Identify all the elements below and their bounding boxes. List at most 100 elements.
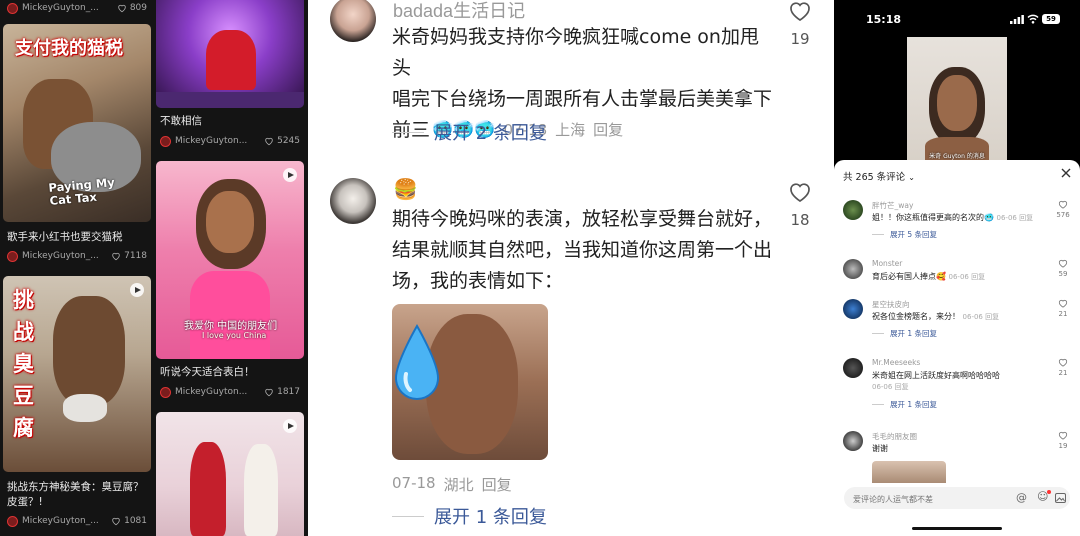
reaction-image[interactable] bbox=[392, 304, 548, 460]
comment-image[interactable] bbox=[872, 461, 946, 483]
expand-replies-link[interactable]: 展开 2 条回复 bbox=[392, 119, 547, 145]
commenter-avatar[interactable] bbox=[843, 358, 863, 378]
heart-icon[interactable] bbox=[788, 0, 812, 22]
comment-text: 育后必有国人捧点🥰 bbox=[872, 272, 946, 281]
video-thumbnail[interactable]: 我爱你 中国的朋友们 I love you China bbox=[156, 161, 304, 359]
heart-icon[interactable] bbox=[111, 516, 121, 526]
expand-replies-link[interactable]: 展开 1 条回复 bbox=[890, 399, 937, 410]
heart-icon[interactable] bbox=[788, 181, 812, 203]
feed-card[interactable] bbox=[156, 412, 304, 536]
heart-icon[interactable] bbox=[1058, 259, 1068, 268]
sheet-title[interactable]: 共 265 条评论 ⌄ bbox=[843, 169, 915, 183]
reply-button[interactable]: 回复 bbox=[482, 474, 512, 495]
mention-icon[interactable]: @ bbox=[1016, 491, 1027, 504]
comment-count: 共 265 条评论 bbox=[843, 172, 906, 183]
video-thumbnail[interactable] bbox=[156, 0, 304, 108]
video-thumbnail[interactable]: 支付我的猫税 Paying My Cat Tax bbox=[3, 24, 151, 222]
expand-replies-link[interactable]: 展开 1 条回复 bbox=[392, 503, 547, 529]
like-count: 21 bbox=[1058, 310, 1068, 318]
commenter-avatar[interactable] bbox=[843, 299, 863, 319]
heart-icon[interactable] bbox=[264, 136, 274, 146]
heart-icon[interactable] bbox=[1058, 431, 1068, 440]
phone-screen: 15:18 59 米奇 Guyton 的消息 共 265 条评论 ⌄ 胖竹芒_w… bbox=[834, 0, 1080, 536]
video-preview[interactable]: 米奇 Guyton 的消息 bbox=[907, 37, 1007, 161]
commenter-username[interactable]: Mr.Meeseeks bbox=[872, 358, 920, 367]
feed-card[interactable]: 我爱你 中国的朋友们 I love you China 听说今天适合表白！ Mi… bbox=[156, 161, 304, 400]
like-count: 21 bbox=[1058, 369, 1068, 377]
comment-input[interactable] bbox=[844, 488, 984, 511]
person-figure bbox=[53, 296, 125, 406]
reply-button[interactable]: 回复 bbox=[593, 115, 623, 146]
like-count: 19 bbox=[1058, 442, 1068, 450]
like-control[interactable]: 576 bbox=[1056, 200, 1070, 219]
video-thumbnail[interactable]: 挑战臭豆腐 bbox=[3, 276, 151, 472]
commenter-username[interactable]: 胖竹芒_way bbox=[872, 200, 913, 211]
comment-location: 上海 bbox=[555, 121, 586, 139]
comment-date: 06-06 回复 bbox=[962, 313, 1000, 321]
feed-card[interactable]: MickeyGuyton_... 809 bbox=[3, 0, 151, 16]
commenter-username[interactable]: badada生活日记 bbox=[393, 0, 525, 23]
expand-replies-link[interactable]: 展开 1 条回复 bbox=[890, 328, 937, 339]
like-control[interactable]: 21 bbox=[1056, 299, 1070, 318]
comment-input-bar: @ ☺ bbox=[844, 487, 1070, 511]
card-caption: 挑战东方神秘美食：臭豆腐？皮蛋？! bbox=[7, 481, 144, 508]
divider-line bbox=[392, 131, 424, 133]
feed-card[interactable]: 挑战臭豆腐 挑战东方神秘美食：臭豆腐？皮蛋？! MickeyGuyton_...… bbox=[3, 276, 151, 529]
play-icon bbox=[283, 419, 297, 433]
heart-icon[interactable] bbox=[1058, 358, 1068, 367]
author-avatar bbox=[7, 515, 18, 527]
commenter-username[interactable]: 🍔 bbox=[393, 177, 418, 202]
like-count: 18 bbox=[790, 211, 810, 229]
commenter-avatar[interactable] bbox=[843, 200, 863, 220]
like-count: 576 bbox=[1056, 211, 1070, 219]
overlay-subtitle: Paying My Cat Tax bbox=[47, 175, 116, 208]
card-meta: MickeyGuyton_... 7118 bbox=[3, 248, 151, 264]
comment-body: 期待今晚妈咪的表演，放轻松享受舞台就好， 结果就顺其自然吧，当我知道你这周第一个… bbox=[392, 204, 772, 297]
commenter-username[interactable]: 毛毛的朋友圈 bbox=[872, 431, 917, 442]
card-meta: MickeyGuyton... 5245 bbox=[156, 133, 304, 149]
commenter-avatar[interactable] bbox=[843, 431, 863, 451]
comment-line: 米奇妈妈我支持你今晚疯狂喊come on加甩头 bbox=[392, 26, 759, 79]
feed-card[interactable]: 不敢相信 MickeyGuyton... 5245 bbox=[156, 0, 304, 149]
heart-icon[interactable] bbox=[1058, 299, 1068, 308]
close-icon[interactable] bbox=[1060, 167, 1072, 179]
expand-replies-link[interactable]: 展开 5 条回复 bbox=[890, 229, 937, 240]
image-icon[interactable] bbox=[1055, 493, 1066, 503]
heart-icon[interactable] bbox=[1058, 200, 1068, 209]
play-icon bbox=[130, 283, 144, 297]
expand-replies-label: 展开 2 条回复 bbox=[434, 123, 547, 144]
heart-icon[interactable] bbox=[264, 387, 274, 397]
comment-location: 湖北 bbox=[443, 476, 474, 494]
author-name: MickeyGuyton_... bbox=[22, 251, 99, 261]
like-control[interactable]: 21 bbox=[1056, 358, 1070, 377]
like-control[interactable]: 19 bbox=[785, 0, 815, 48]
home-indicator[interactable] bbox=[912, 527, 1002, 530]
comment-line: 唱完下台绕场一周跟所有人击掌最后美美拿下 bbox=[392, 88, 773, 110]
comment-line: 结果就顺其自然吧，当我知道你这周第一个出 bbox=[392, 239, 773, 261]
notification-dot bbox=[1047, 490, 1051, 494]
comment-text: 谢谢 bbox=[872, 444, 888, 453]
status-time: 15:18 bbox=[866, 13, 902, 26]
author-name: MickeyGuyton_... bbox=[22, 3, 99, 13]
author-name: MickeyGuyton... bbox=[175, 136, 248, 146]
like-count: 809 bbox=[129, 3, 147, 13]
like-control[interactable]: 18 bbox=[785, 181, 815, 229]
author-avatar bbox=[160, 135, 171, 147]
commenter-username[interactable]: 星空扶皮向 bbox=[872, 299, 910, 310]
author-avatar bbox=[7, 2, 18, 14]
like-control[interactable]: 59 bbox=[1056, 259, 1070, 278]
comment-text: 米奇姐在网上活跃度好高啊哈哈哈哈 bbox=[872, 371, 1000, 380]
heart-icon[interactable] bbox=[111, 251, 121, 261]
video-thumbnail[interactable] bbox=[156, 412, 304, 536]
like-control[interactable]: 19 bbox=[1056, 431, 1070, 450]
commenter-username[interactable]: Monster bbox=[872, 259, 902, 268]
card-caption: 不敢相信 bbox=[160, 115, 202, 127]
commenter-avatar[interactable] bbox=[330, 178, 376, 224]
commenter-avatar[interactable] bbox=[843, 259, 863, 279]
pink-top-figure bbox=[190, 271, 270, 359]
feed-card[interactable]: 支付我的猫税 Paying My Cat Tax 歌手来小红书也要交猫税 Mic… bbox=[3, 24, 151, 264]
heart-icon[interactable] bbox=[117, 3, 127, 13]
author-avatar bbox=[7, 250, 18, 262]
commenter-avatar[interactable] bbox=[330, 0, 376, 42]
comment-text: 祝各位金榜题名，来分！ bbox=[872, 312, 960, 321]
